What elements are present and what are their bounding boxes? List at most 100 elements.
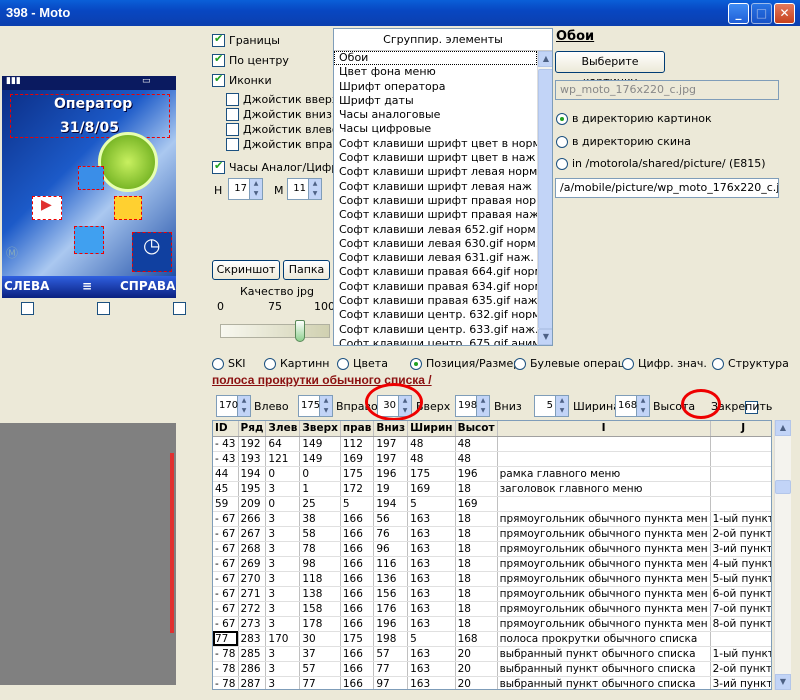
- table-cell[interactable]: 267: [238, 526, 267, 542]
- scroll-down-icon[interactable]: ▼: [538, 329, 552, 345]
- table-cell[interactable]: 3: [265, 526, 301, 542]
- clock-checkbox[interactable]: [212, 159, 225, 174]
- table-cell[interactable]: 172: [340, 481, 375, 497]
- table-cell[interactable]: 166: [340, 661, 375, 677]
- table-cell[interactable]: 209: [238, 496, 267, 512]
- table-cell[interactable]: 166: [340, 676, 375, 689]
- table-cell[interactable]: 18: [455, 526, 498, 542]
- table-cell[interactable]: 194: [373, 496, 409, 512]
- bottom-down-icon[interactable]: ▼: [477, 406, 489, 416]
- joystick-up-option[interactable]: Джойстик вверх: [226, 93, 338, 106]
- table-cell[interactable]: 18: [455, 571, 498, 587]
- table-cell[interactable]: - 67: [213, 556, 239, 572]
- table-cell[interactable]: [710, 496, 771, 512]
- tab-colors-radio[interactable]: [337, 357, 349, 370]
- table-cell[interactable]: 166: [340, 526, 375, 542]
- left-softkey-checkbox[interactable]: [21, 301, 34, 315]
- quality-thumb[interactable]: [295, 320, 305, 342]
- table-cell[interactable]: 18: [455, 601, 498, 617]
- table-cell[interactable]: 197: [373, 436, 409, 452]
- center-checkbox[interactable]: [212, 52, 225, 67]
- table-cell[interactable]: рамка главного меню: [497, 466, 711, 482]
- table-cell[interactable]: 18: [455, 511, 498, 527]
- table-cell[interactable]: 192: [238, 436, 267, 452]
- table-cell[interactable]: 44: [213, 466, 239, 482]
- table-cell[interactable]: 59: [213, 496, 239, 512]
- table-cell[interactable]: прямоугольник обычного пункта мен: [497, 511, 711, 527]
- right-value[interactable]: 175: [298, 395, 320, 417]
- joystick-left-option[interactable]: Джойстик влево: [226, 123, 339, 136]
- bottom-up-icon[interactable]: ▲: [477, 396, 489, 406]
- table-cell[interactable]: 116: [373, 556, 409, 572]
- table-cell[interactable]: 30: [299, 631, 341, 647]
- table-cell[interactable]: 38: [299, 511, 341, 527]
- elements-table[interactable]: ID Ряд Злев Зверх прав Вниз Ширин Высот I J - 43 1…: [212, 420, 772, 690]
- joystick-down-checkbox[interactable]: [226, 108, 239, 121]
- table-cell[interactable]: 45: [213, 481, 239, 497]
- table-cell[interactable]: прямоугольник обычного пункта мен: [497, 601, 711, 617]
- table-row[interactable]: - 67 271 3 138 166 156 163 18 прямоугольник обыч…: [213, 586, 771, 602]
- list-item[interactable]: Шрифт оператора: [334, 80, 537, 94]
- table-row[interactable]: - 78 285 3 37 166 57 163 20 выбранный пункт обыч…: [213, 646, 771, 662]
- option-pictures-dir[interactable]: в директорию картинок: [556, 112, 712, 125]
- table-cell[interactable]: 3: [265, 616, 301, 632]
- height-down-icon[interactable]: ▼: [637, 406, 649, 416]
- width-up-icon[interactable]: ▲: [556, 396, 568, 406]
- table-cell[interactable]: 163: [407, 616, 456, 632]
- width-down-icon[interactable]: ▼: [556, 406, 568, 416]
- table-cell[interactable]: 163: [407, 556, 456, 572]
- column-header[interactable]: J: [710, 421, 771, 437]
- bottom-value[interactable]: 198: [455, 395, 477, 417]
- maximize-button[interactable]: □: [751, 3, 772, 24]
- tab-boolean[interactable]: Булевые операц: [514, 357, 625, 370]
- table-cell[interactable]: 268: [238, 541, 267, 557]
- table-cell[interactable]: 156: [373, 586, 409, 602]
- table-cell[interactable]: 3: [265, 511, 301, 527]
- table-row[interactable]: - 67 269 3 98 166 116 163 18 прямоугольник обычн…: [213, 556, 771, 572]
- table-cell[interactable]: 8-ой пункт: [710, 616, 771, 632]
- table-cell[interactable]: 158: [299, 601, 341, 617]
- picture-filename-field[interactable]: wp_moto_176x220_c.jpg: [555, 80, 779, 100]
- table-cell[interactable]: прямоугольник обычного пункта мен: [497, 616, 711, 632]
- table-cell[interactable]: 176: [373, 601, 409, 617]
- table-cell[interactable]: 163: [407, 661, 456, 677]
- table-cell[interactable]: 3: [265, 661, 301, 677]
- tab-ski[interactable]: SKI: [212, 357, 245, 370]
- table-cell[interactable]: 18: [455, 556, 498, 572]
- table-cell[interactable]: 163: [407, 541, 456, 557]
- tab-numeric-radio[interactable]: [622, 357, 634, 370]
- picture-path-field[interactable]: /a/mobile/picture/wp_moto_176x220_c.jpg: [555, 178, 779, 198]
- list-item[interactable]: Софт клавиши левая 631.gif наж.: [334, 251, 537, 265]
- list-item[interactable]: Софт клавиши шрифт цвет в норм: [334, 137, 537, 151]
- table-cell[interactable]: 149: [299, 451, 341, 467]
- list-item[interactable]: Софт клавиши шрифт правая норм: [334, 194, 537, 208]
- column-header[interactable]: Вниз: [373, 421, 409, 437]
- table-cell[interactable]: [710, 481, 771, 497]
- table-cell[interactable]: 56: [373, 511, 409, 527]
- column-header[interactable]: Высот: [455, 421, 498, 437]
- left-stepper[interactable]: 170 ▲ ▼: [216, 395, 251, 417]
- scroll-thumb[interactable]: [538, 69, 552, 329]
- table-cell[interactable]: 175: [340, 631, 375, 647]
- table-cell[interactable]: 3-ий пункт: [710, 676, 771, 689]
- column-header[interactable]: Зверх: [299, 421, 341, 437]
- tab-position-size[interactable]: Позиция/Размер: [410, 357, 520, 370]
- table-cell[interactable]: 0: [299, 466, 341, 482]
- column-header[interactable]: прав: [340, 421, 375, 437]
- left-up-icon[interactable]: ▲: [238, 396, 250, 406]
- tab-ski-radio[interactable]: [212, 357, 224, 370]
- icons-option[interactable]: Иконки: [212, 72, 272, 87]
- table-cell[interactable]: [497, 451, 711, 467]
- table-cell[interactable]: 287: [238, 676, 267, 689]
- table-cell[interactable]: - 43: [213, 451, 239, 467]
- table-cell[interactable]: 3: [265, 556, 301, 572]
- table-cell[interactable]: - 78: [213, 646, 239, 662]
- list-item[interactable]: Цвет фона меню: [334, 65, 537, 79]
- table-cell[interactable]: 121: [265, 451, 301, 467]
- table-row[interactable]: - 67 268 3 78 166 96 163 18 прямоугольник обычно…: [213, 541, 771, 557]
- table-cell[interactable]: 20: [455, 676, 498, 689]
- table-cell[interactable]: 2-ой пункт: [710, 526, 771, 542]
- table-cell[interactable]: 18: [455, 541, 498, 557]
- table-cell[interactable]: прямоугольник обычного пункта мен: [497, 556, 711, 572]
- table-cell[interactable]: 136: [373, 571, 409, 587]
